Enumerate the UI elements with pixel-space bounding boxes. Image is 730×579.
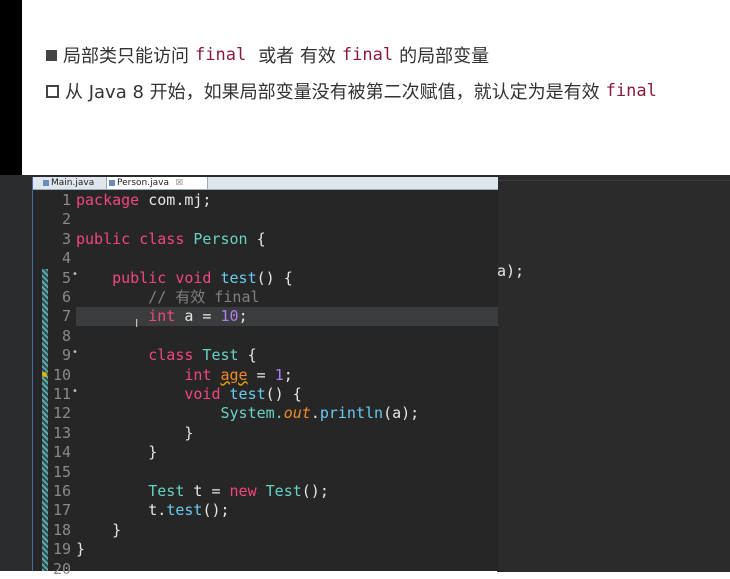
line-number: 7: [61, 307, 71, 326]
code-line-12: System.out.println(a);: [220, 404, 420, 423]
code-line-3: public class Person {: [76, 229, 266, 248]
line-number: 18: [52, 520, 71, 539]
slide-text: 或者 有效: [258, 46, 336, 67]
java-file-icon: [43, 180, 49, 186]
editor-window: Main.java Person.java ☒ 1 2 3 4 5 6 7 8 9 10 11 12 1…: [32, 177, 498, 578]
close-tab-icon[interactable]: ☒: [176, 178, 183, 187]
slide-text: 的局部变量: [399, 46, 490, 67]
tab-bar: Main.java Person.java ☒: [33, 177, 498, 190]
background-editor: [497, 180, 730, 572]
java-file-icon: [109, 180, 115, 186]
line-number: 20: [52, 559, 71, 578]
left-black-strip: [0, 0, 22, 175]
code-line-9: class Test {: [148, 346, 257, 365]
line-number: 19: [52, 540, 71, 559]
slide-text: 局部类只能访问: [63, 46, 189, 67]
code-line-1: package com.mj;: [76, 191, 212, 209]
slide-keyword: final: [195, 45, 247, 65]
line-number: 11: [52, 385, 71, 403]
slide-keyword: final: [341, 45, 394, 65]
code-line-13: }: [184, 423, 194, 442]
line-number: 5: [61, 268, 71, 287]
mouse-ibeam-cursor-icon: I: [135, 317, 139, 330]
slide-bullet-2: 从 Java 8 开始，如果局部变量没有被第二次赋值，就认定为是有效 final: [46, 78, 657, 104]
line-number: 2: [61, 210, 71, 229]
line-number: 17: [52, 501, 71, 520]
code-line-11: void test() {: [184, 385, 302, 403]
line-number: 1: [61, 191, 71, 209]
code-line-10: int age = 1;: [184, 365, 293, 384]
tab-person-java[interactable]: Person.java ☒: [106, 177, 208, 189]
code-line-17: t.test();: [148, 501, 230, 520]
code-line-6: // 有效 final: [148, 288, 260, 306]
line-number: 3: [61, 229, 71, 248]
line-number: 12: [52, 404, 71, 423]
background-code-fragment: a);: [497, 262, 525, 280]
line-number: 9: [61, 346, 71, 365]
slide-bullet-1: 局部类只能访问 final 或者 有效 final 的局部变量: [46, 42, 489, 68]
line-number: 8: [61, 326, 71, 345]
code-line-19: }: [76, 540, 86, 559]
code-line-16: Test t = new Test();: [148, 482, 329, 500]
code-line-7: int a = 10;: [148, 307, 248, 326]
line-number: 15: [52, 462, 71, 481]
filled-square-bullet-icon: [46, 49, 57, 61]
line-number: 13: [52, 423, 71, 442]
tab-main-java[interactable]: Main.java: [41, 177, 103, 189]
tab-label: Person.java: [117, 178, 169, 188]
warning-marker-icon[interactable]: [42, 372, 47, 377]
line-number: 10: [52, 365, 71, 384]
code-line-18: }: [112, 520, 122, 539]
line-number: 14: [52, 443, 71, 462]
code-line-14: }: [148, 443, 158, 462]
line-number: 4: [61, 249, 71, 268]
code-line-5: public void test() {: [112, 268, 293, 287]
line-number: 16: [52, 482, 71, 500]
slide-text: 从 Java 8 开始，如果局部变量没有被第二次赋值，就认定为是有效: [65, 82, 600, 103]
line-number: 6: [61, 288, 71, 306]
hollow-square-bullet-icon: [46, 84, 59, 98]
slide-keyword: final: [605, 81, 657, 101]
tab-label: Main.java: [51, 178, 95, 188]
